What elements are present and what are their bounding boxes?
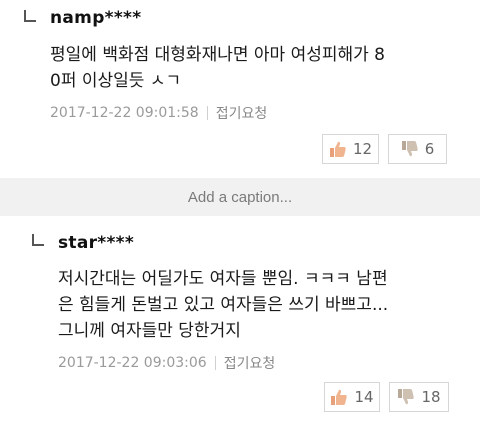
thumbs-up-icon — [329, 141, 346, 157]
thumbs-down-icon — [401, 141, 418, 157]
comment-card: namp**** 평일에 백화점 대형화재나면 아마 여성피해가 8 0퍼 이상… — [0, 0, 480, 178]
dislike-count: 18 — [421, 388, 441, 406]
reply-indicator-icon — [24, 10, 36, 22]
comment-body: 저시간대는 어딜가도 여자들 뿐임. ㅋㅋㅋ 남편 은 힘들게 돈벌고 있고 여… — [58, 266, 388, 344]
comment-timestamp: 2017-12-22 09:01:58 — [50, 105, 199, 121]
dislike-button[interactable]: 18 — [389, 382, 449, 412]
fold-request-link[interactable]: 접기요청 — [224, 353, 276, 373]
comment-username[interactable]: star**** — [58, 233, 134, 253]
dislike-button[interactable]: 6 — [388, 134, 447, 164]
comment-body-line: 저시간대는 어딜가도 여자들 뿐임. ㅋㅋㅋ 남편 — [58, 269, 388, 289]
like-button[interactable]: 12 — [322, 134, 379, 164]
thumbs-down-icon — [398, 389, 415, 405]
comment-card: star**** 저시간대는 어딜가도 여자들 뿐임. ㅋㅋㅋ 남편 은 힘들게… — [0, 216, 480, 421]
like-count: 14 — [354, 388, 374, 406]
meta-divider — [206, 106, 208, 120]
comment-meta: 2017-12-22 09:03:06 접기요청 — [58, 353, 275, 373]
comment-body: 평일에 백화점 대형화재나면 아마 여성피해가 8 0퍼 이상일듯 ㅅㄱ — [50, 42, 385, 94]
comment-body-line: 그니께 여자들만 당한거지 — [58, 321, 241, 341]
fold-request-link[interactable]: 접기요청 — [216, 103, 268, 123]
reply-indicator-icon — [32, 234, 44, 246]
thumbs-up-icon — [331, 389, 348, 405]
add-caption-placeholder: Add a caption... — [187, 188, 293, 206]
like-button[interactable]: 14 — [324, 382, 380, 412]
dislike-count: 6 — [424, 140, 435, 158]
like-count: 12 — [352, 140, 373, 158]
comment-username[interactable]: namp**** — [50, 8, 141, 28]
comment-meta: 2017-12-22 09:01:58 접기요청 — [50, 103, 267, 123]
comment-timestamp: 2017-12-22 09:03:06 — [58, 355, 207, 371]
meta-divider — [214, 356, 216, 370]
add-caption-bar[interactable]: Add a caption... — [0, 178, 480, 216]
comment-body-line: 평일에 백화점 대형화재나면 아마 여성피해가 8 — [50, 45, 385, 65]
comment-body-line: 0퍼 이상일듯 ㅅㄱ — [50, 71, 182, 91]
comment-body-line: 은 힘들게 돈벌고 있고 여자들은 쓰기 바쁘고... — [58, 295, 389, 315]
